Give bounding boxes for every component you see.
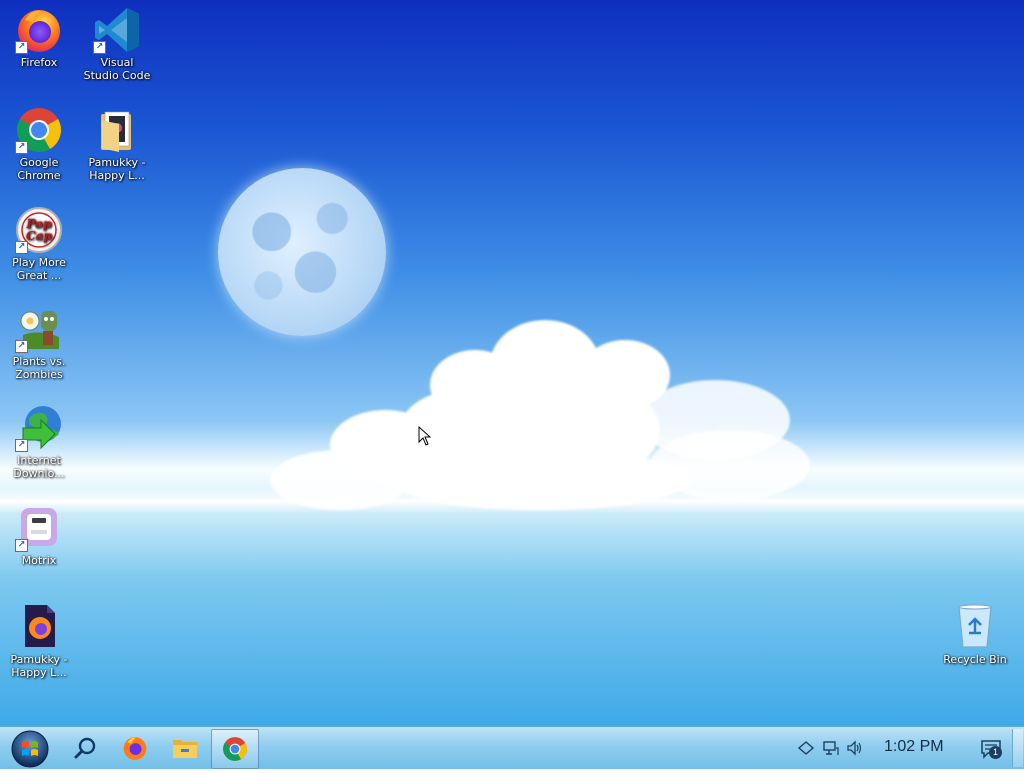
desktop-icon-vscode[interactable]: ↗ Visual Studio Code: [80, 6, 154, 82]
network-icon[interactable]: [822, 739, 840, 757]
horizon-glow: [0, 488, 1024, 514]
desktop-icon-label: Internet Downlo...: [13, 454, 65, 480]
taskbar-search-button[interactable]: [62, 729, 108, 767]
firefox-icon: [123, 737, 147, 760]
volume-icon[interactable]: [846, 739, 864, 757]
desktop-icon-internet-download-manager[interactable]: ↗ Internet Downlo...: [2, 404, 76, 480]
svg-text:Cap: Cap: [26, 229, 52, 243]
show-hidden-icons-icon[interactable]: [797, 739, 815, 757]
desktop-icon-label: Visual Studio Code: [83, 56, 151, 82]
search-icon: [74, 737, 96, 759]
desktop-icon-label: Pamukky - Happy L...: [88, 156, 146, 182]
show-desktop-button[interactable]: [1012, 729, 1023, 767]
notification-count-badge: 1: [989, 746, 1002, 759]
desktop-icon-chrome[interactable]: ↗ Google Chrome: [2, 106, 76, 182]
desktop-icon-pamukky-folder[interactable]: Pamukky - Happy L...: [80, 106, 154, 182]
desktop-icon-motrix[interactable]: ↗ Motrix: [2, 504, 76, 567]
mouse-cursor-icon: [418, 426, 432, 446]
taskbar-firefox-button[interactable]: [112, 729, 158, 767]
desktop-icon-label: Plants vs. Zombies: [12, 355, 66, 381]
motrix-icon: ↗: [15, 504, 63, 552]
folder-icon: [93, 106, 141, 154]
desktop-icon-firefox[interactable]: ↗ Firefox: [2, 6, 76, 69]
windows-start-icon: [11, 730, 49, 768]
desktop[interactable]: ↗ Firefox ↗ Visual Studio Code ↗ Google …: [0, 0, 1024, 726]
vscode-icon: ↗: [93, 6, 141, 54]
desktop-icon-label: Motrix: [21, 554, 57, 567]
desktop-icon-label: Firefox: [20, 56, 58, 69]
taskbar-file-explorer-button[interactable]: [162, 729, 208, 767]
action-center-button[interactable]: 1: [980, 738, 1002, 760]
idm-globe-icon: ↗: [15, 404, 63, 452]
desktop-icon-recycle-bin[interactable]: Recycle Bin: [938, 603, 1012, 666]
plants-vs-zombies-icon: ↗: [15, 305, 63, 353]
desktop-icon-label: Google Chrome: [17, 156, 61, 182]
desktop-icon-label: Recycle Bin: [943, 653, 1007, 666]
chrome-icon: [223, 737, 247, 761]
desktop-icon-popcap[interactable]: Pop Cap ↗ Play More Great ...: [2, 206, 76, 282]
desktop-icon-label: Pamukky - Happy L...: [10, 653, 68, 679]
firefox-icon: ↗: [15, 6, 63, 54]
file-explorer-icon: [173, 740, 197, 758]
desktop-icon-label: Play More Great ...: [12, 256, 66, 282]
chrome-icon: ↗: [15, 106, 63, 154]
recycle-bin-icon: [951, 603, 999, 651]
taskbar: 1:02 PM 1: [0, 726, 1024, 769]
desktop-icon-plants-vs-zombies[interactable]: ↗ Plants vs. Zombies: [2, 305, 76, 381]
taskbar-clock[interactable]: 1:02 PM: [884, 738, 964, 756]
firefox-document-icon: [15, 603, 63, 651]
cloud-wallpaper: [250, 310, 810, 510]
taskbar-chrome-button[interactable]: [211, 729, 259, 769]
desktop-icon-pamukky-file[interactable]: Pamukky - Happy L...: [2, 603, 76, 679]
start-button[interactable]: [10, 729, 50, 769]
popcap-icon: Pop Cap ↗: [15, 206, 63, 254]
